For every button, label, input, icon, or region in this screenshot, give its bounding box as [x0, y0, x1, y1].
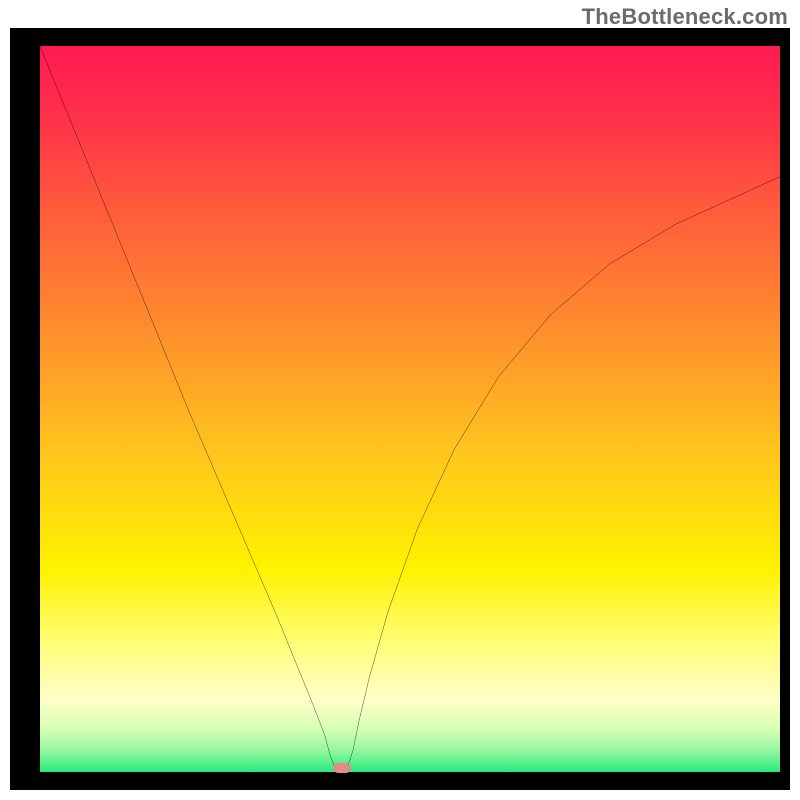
chart-frame [10, 28, 790, 790]
watermark-text: TheBottleneck.com [582, 4, 788, 30]
plot-area [40, 46, 780, 772]
chart-stage: TheBottleneck.com [0, 0, 800, 800]
background-gradient [40, 46, 780, 772]
